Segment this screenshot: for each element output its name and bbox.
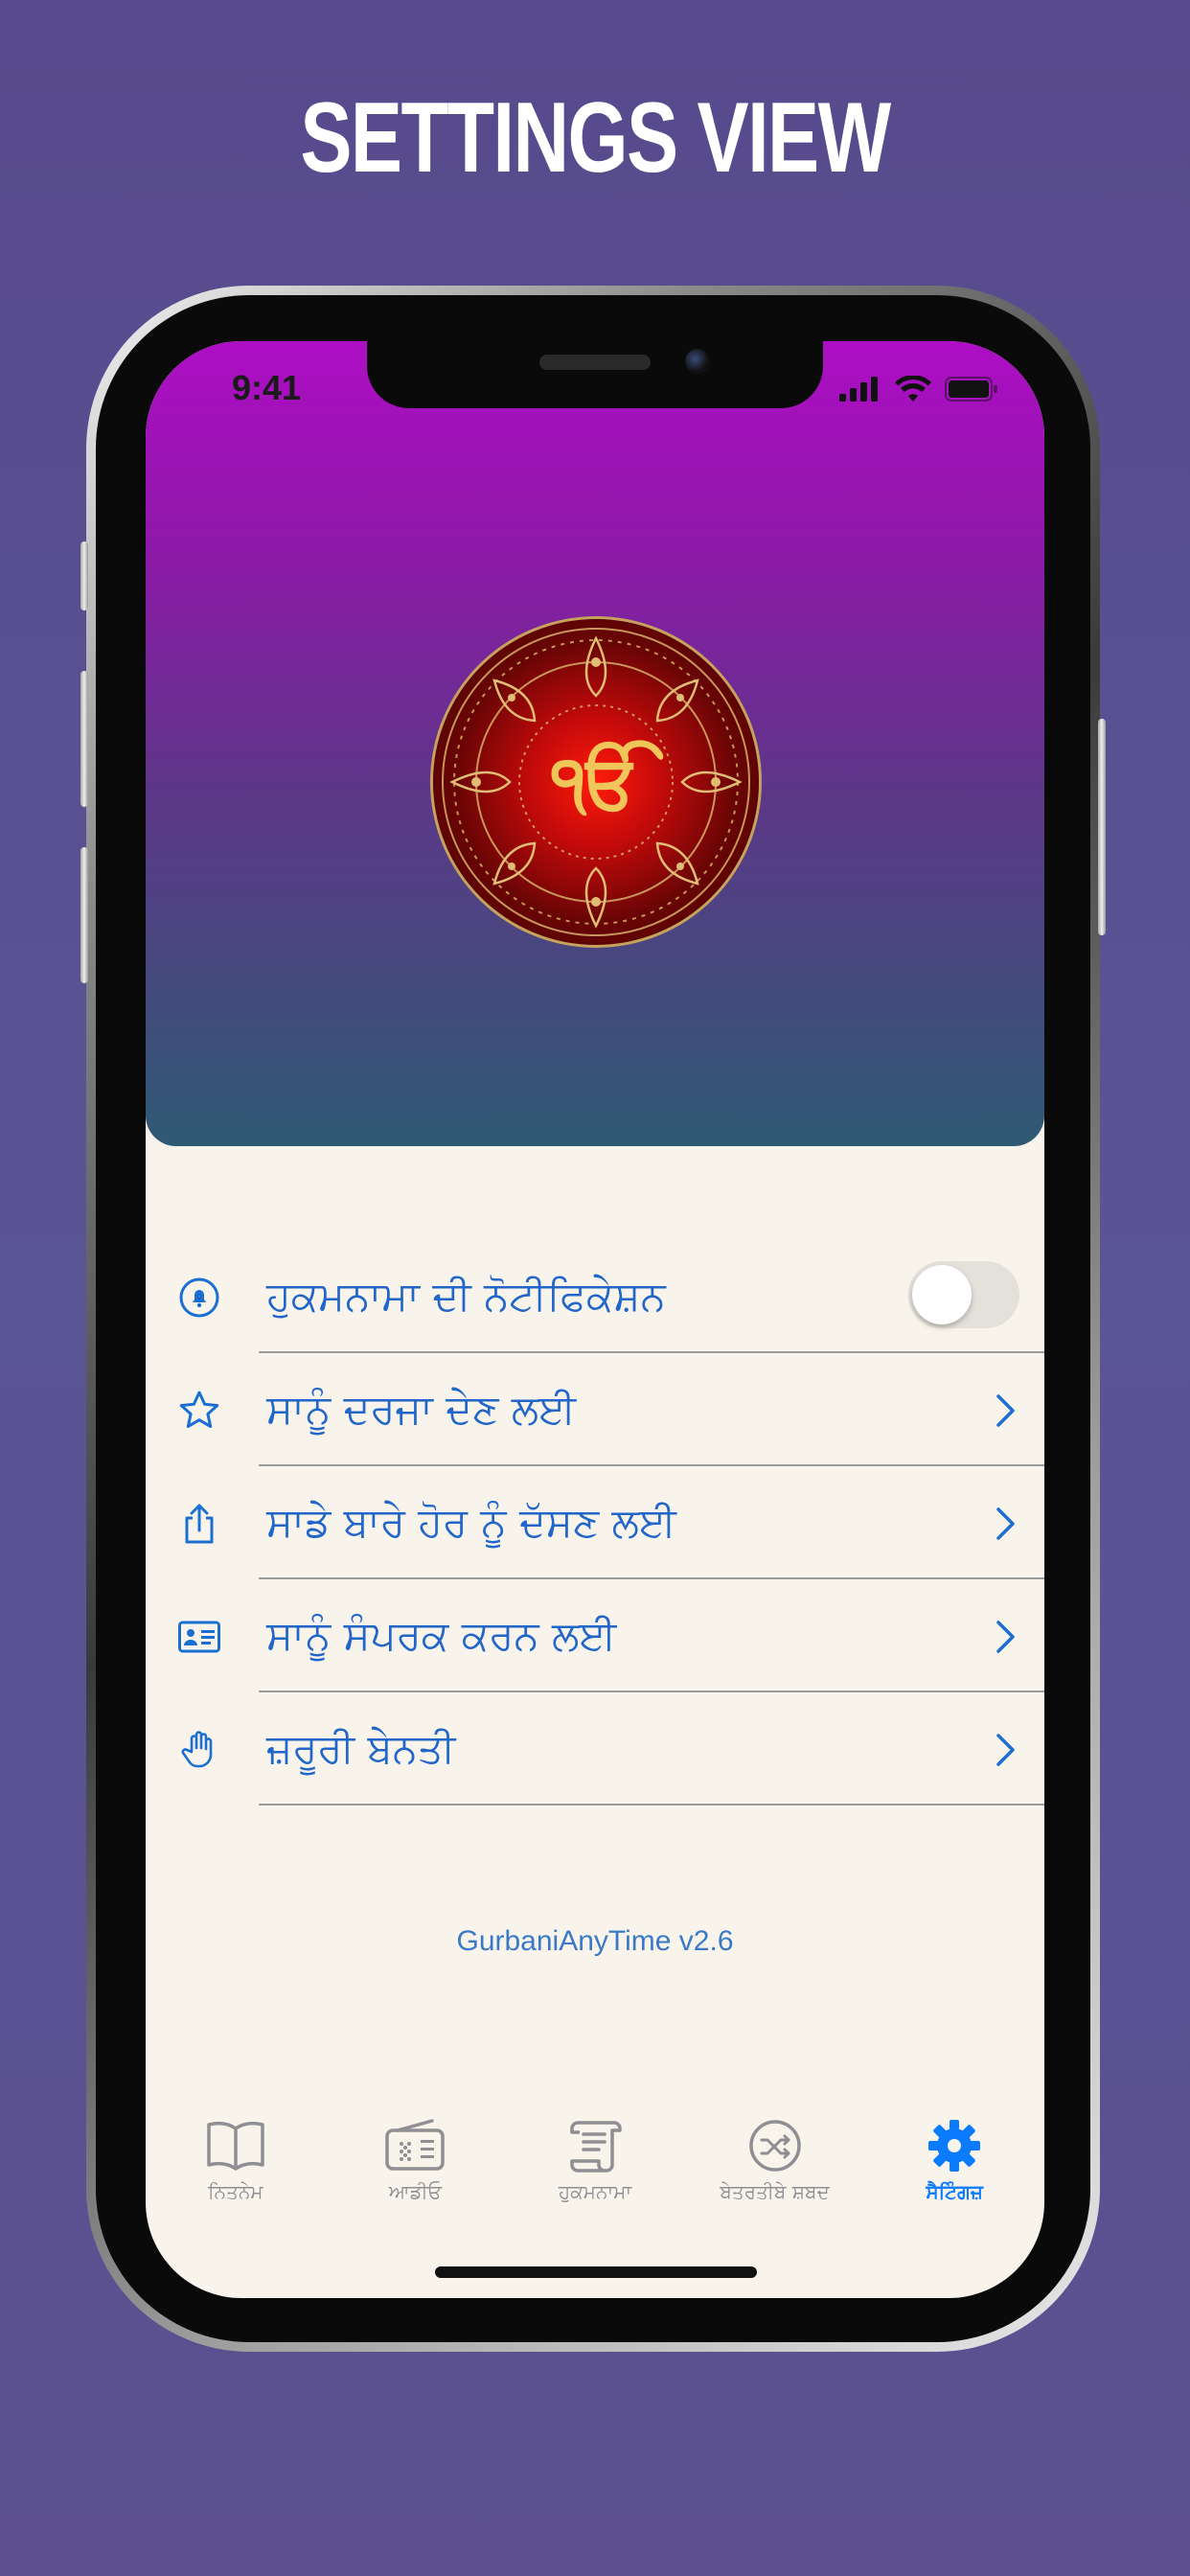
mandala-ornament: ੴ bbox=[442, 628, 750, 936]
tab-label: ਹੁਕਮਨਾਮਾ bbox=[558, 2180, 632, 2203]
notification-bell-icon bbox=[179, 1277, 219, 1318]
power-button bbox=[1098, 719, 1106, 935]
settings-row-share[interactable]: ਸਾਡੇ ਬਾਰੇ ਹੋਰ ਨੂੰ ਦੱਸਣ ਲਈ bbox=[146, 1466, 1044, 1579]
book-icon bbox=[207, 2121, 264, 2171]
wifi-icon bbox=[895, 376, 931, 402]
device-notch bbox=[367, 341, 823, 408]
tab-audio[interactable]: ਆਡੀਓ bbox=[326, 2119, 506, 2234]
ik-onkar-mandala-logo: ੴ bbox=[433, 619, 759, 945]
home-indicator[interactable] bbox=[435, 2266, 757, 2278]
contact-card-icon bbox=[178, 1621, 220, 1653]
tab-settings[interactable]: ਸੈਟਿੰਗਜ਼ bbox=[864, 2119, 1044, 2234]
tab-label: ਸੈਟਿੰਗਜ਼ bbox=[926, 2180, 983, 2203]
battery-icon bbox=[945, 377, 997, 402]
row-divider bbox=[259, 1804, 1044, 1806]
tab-random-shabad[interactable]: ਬੇਤਰਤੀਬੇ ਸ਼ਬਦ bbox=[685, 2119, 865, 2234]
settings-row-label: ਹੁਕਮਨਾਮਾ ਦੀ ਨੋਟੀਫਿਕੇਸ਼ਨ bbox=[266, 1273, 666, 1320]
settings-row-notifications[interactable]: ਹੁਕਮਨਾਮਾ ਦੀ ਨੋਟੀਫਿਕੇਸ਼ਨ bbox=[146, 1240, 1044, 1353]
hand-raised-icon bbox=[181, 1731, 213, 1768]
settings-row-label: ਸਾਨੂੰ ਦਰਜਾ ਦੇਣ ਲਈ bbox=[266, 1386, 577, 1433]
tab-hukamnama[interactable]: ਹੁਕਮਨਾਮਾ bbox=[505, 2119, 685, 2234]
status-icons bbox=[839, 376, 998, 402]
tab-bar: ਨਿਤਨੇਮ ਆਡੀਓ ਹੁਕਮਨਾਮਾ ਬੇਤਰਤੀਬੇ ਸ਼ਬਦ ਸੈਟਿੰ… bbox=[146, 2119, 1044, 2234]
tab-label: ਬੇਤਰਤੀਬੇ ਸ਼ਬਦ bbox=[720, 2180, 830, 2203]
settings-list: ਹੁਕਮਨਾਮਾ ਦੀ ਨੋਟੀਫਿਕੇਸ਼ਨ ਸਾਨੂੰ ਦਰਜਾ ਦੇਣ ਲ… bbox=[146, 1240, 1044, 1806]
settings-row-contact[interactable]: ਸਾਨੂੰ ਸੰਪਰਕ ਕਰਨ ਲਈ bbox=[146, 1579, 1044, 1692]
toggle-knob bbox=[912, 1265, 972, 1324]
app-version: GurbaniAnyTime v2.6 bbox=[456, 1925, 734, 1957]
silent-switch bbox=[80, 541, 88, 610]
scroll-icon bbox=[570, 2121, 622, 2173]
tab-label: ਨਿਤਨੇਮ bbox=[208, 2180, 263, 2203]
svg-text:ੴ: ੴ bbox=[551, 739, 664, 824]
tab-label: ਆਡੀਓ bbox=[388, 2180, 442, 2203]
settings-row-label: ਜ਼ਰੂਰੀ ਬੇਨਤੀ bbox=[266, 1725, 456, 1772]
settings-row-rate[interactable]: ਸਾਨੂੰ ਦਰਜਾ ਦੇਣ ਲਈ bbox=[146, 1353, 1044, 1466]
earpiece-speaker bbox=[539, 355, 651, 370]
chevron-right-icon bbox=[996, 1621, 1015, 1653]
header-banner: 9:41 ੴ bbox=[146, 341, 1044, 1146]
volume-down-button bbox=[80, 847, 88, 983]
chevron-right-icon bbox=[996, 1394, 1015, 1427]
settings-row-request[interactable]: ਜ਼ਰੂਰੀ ਬੇਨਤੀ bbox=[146, 1692, 1044, 1806]
cellular-signal-icon bbox=[839, 377, 878, 402]
share-icon bbox=[185, 1504, 214, 1544]
gear-icon bbox=[928, 2120, 981, 2172]
app-screen: 9:41 ੴ ਹੁਕਮਨਾਮਾ ਦੀ ਨੋਟੀਫਿਕੇਸ਼ਨ ਸਾਨੂੰ ਦਰਜ… bbox=[146, 341, 1044, 2298]
volume-up-button bbox=[80, 671, 88, 807]
shuffle-icon bbox=[748, 2120, 801, 2172]
chevron-right-icon bbox=[996, 1507, 1015, 1540]
star-icon bbox=[179, 1391, 219, 1428]
tab-nitnem[interactable]: ਨਿਤਨੇਮ bbox=[146, 2119, 326, 2234]
chevron-right-icon bbox=[996, 1734, 1015, 1766]
status-time: 9:41 bbox=[232, 368, 302, 407]
front-camera bbox=[685, 349, 710, 374]
settings-row-label: ਸਾਡੇ ਬਾਰੇ ਹੋਰ ਨੂੰ ਦੱਸਣ ਲਈ bbox=[266, 1499, 676, 1546]
settings-row-label: ਸਾਨੂੰ ਸੰਪਰਕ ਕਰਨ ਲਈ bbox=[266, 1612, 617, 1659]
page-headline: SETTINGS VIEW bbox=[300, 82, 891, 194]
radio-icon bbox=[385, 2119, 446, 2171]
notification-toggle[interactable] bbox=[908, 1261, 1019, 1328]
